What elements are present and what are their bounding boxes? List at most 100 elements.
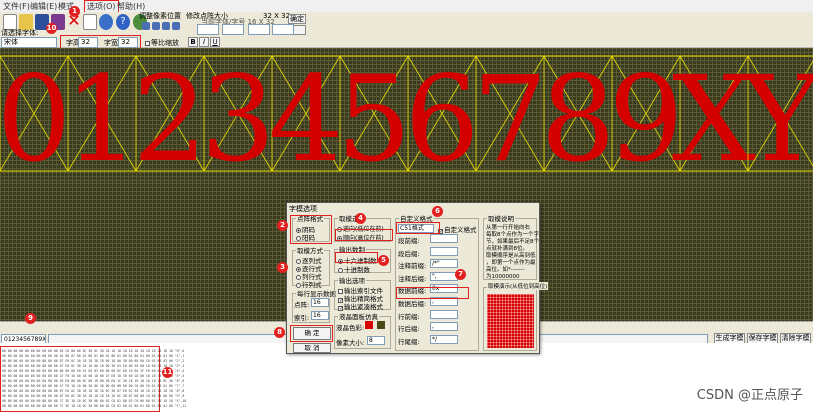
menu-file[interactable]: 文件(F) [3, 1, 30, 12]
font-options-dialog: 字模选项 点阵格式 阴码 阳码 取模方式 逐列式 逐行式 列行式 行列式 每行显… [286, 202, 549, 354]
move-right-icon[interactable] [172, 22, 180, 30]
glyph-cell-0: 0 [0, 50, 72, 183]
glyph-8: 8 [540, 50, 615, 183]
glyph-cell-4: 4 [268, 50, 343, 183]
custom-row-field[interactable]: */ [430, 334, 458, 344]
custom-format-checkbox-label: 自定义格式 [444, 226, 477, 234]
custom-row-label: 段后缀: [398, 249, 420, 258]
custom-row-field[interactable]: /*" [430, 259, 458, 269]
glyph-cell-3: 3 [200, 50, 275, 183]
glyph-4: 4 [268, 50, 343, 183]
glyph-cell-6: 6 [404, 50, 479, 183]
menu-edit[interactable]: 编辑(E) [30, 1, 57, 12]
output-line: 00 00 00 00 00 00 00 00 00 00 7C 3E 18 1… [2, 404, 187, 408]
toolbar: ✕ ? 调整像素位置 修改点阵大小 当前字体/字号 16 X 32 32 X 3… [0, 12, 813, 49]
scan-mode-group: 取模方式 逐列式 逐行式 列行式 行列式 [292, 245, 330, 289]
size-readout: 32 X 32 [263, 12, 291, 20]
underline-button[interactable]: U [210, 37, 220, 47]
format-select-highlight [396, 222, 440, 234]
custom-row-label: 注释后缀: [398, 274, 427, 283]
dot-format-highlight [290, 215, 332, 244]
lcd-color-label: 液晶色彩: [336, 324, 365, 332]
output-line: 00 00 00 00 00 00 00 00 00 00 07 E0 0C 3… [2, 364, 185, 368]
output-line: 00 00 00 00 00 00 00 00 00 00 07 E0 0C 3… [2, 359, 185, 363]
custom-row-label: 行尾缀: [398, 337, 420, 346]
bold-button[interactable]: B [188, 37, 198, 47]
glyph-7: 7 [472, 50, 547, 183]
output-radix-option-1-label: 十进制数 [344, 266, 370, 274]
output-line: 00 00 00 00 00 00 00 00 00 00 01 80 07 8… [2, 354, 185, 358]
output-options-title: 输出选项 [338, 275, 366, 285]
glyph-canvas[interactable]: 0123456789XY [0, 48, 813, 183]
callout-2: 2 [277, 220, 288, 231]
pixel-size-select[interactable]: 8 [367, 336, 385, 345]
move-left-icon[interactable] [162, 22, 170, 30]
custom-row-field[interactable] [430, 246, 458, 256]
per-line-index-select[interactable]: 16 [311, 311, 329, 320]
output-radix-highlight [335, 252, 378, 263]
char-height-label: 字宽 [104, 39, 118, 47]
settings-gear-icon[interactable] [99, 14, 113, 30]
glyph-cell-5: 5 [336, 50, 411, 183]
document-icon[interactable] [83, 14, 97, 30]
glyph-cell-1: 1 [64, 50, 139, 183]
glyph-cell-11: Y [741, 50, 813, 183]
height-spinner-b[interactable] [272, 24, 294, 35]
callout-3: 3 [277, 262, 288, 273]
move-up-icon[interactable] [142, 22, 150, 30]
per-line-group: 每行显示数据 点阵: 16 索引: 16 [292, 288, 337, 323]
width-spinner-b[interactable] [222, 24, 244, 35]
per-line-title: 每行显示数据 [296, 288, 337, 298]
italic-button[interactable]: I [199, 37, 209, 47]
custom-row-field[interactable]: ", [430, 271, 458, 281]
ok-highlight [290, 325, 333, 342]
custom-format-checkbox[interactable]: ✓自定义格式 [438, 224, 477, 235]
font-select[interactable]: 宋体 [1, 37, 57, 48]
char-height-select[interactable]: 32 [118, 37, 138, 48]
callout-7: 7 [455, 269, 466, 280]
mode-note-group: 取模说明 从第一行开始向右 每取8个点作为一个字 节，如果最后不足8个 点就补满到8位… [483, 213, 539, 280]
help-icon[interactable]: ? [116, 14, 130, 30]
lcd-off-color-swatch[interactable] [377, 321, 385, 329]
lcd-on-color-swatch[interactable] [365, 321, 373, 329]
output-option-2[interactable]: ✓输出紧凑格式 [338, 301, 383, 312]
pixel-size-label: 像素大小: [336, 339, 365, 347]
output-line: 00 00 00 00 00 00 00 00 00 00 07 E0 0C 3… [2, 394, 185, 398]
glyph-Y: Y [741, 50, 813, 183]
proportional-checkbox[interactable]: 等比缩放 [145, 38, 179, 48]
menu-bar: 文件(F) 编辑(E) 模式 选项(O) 帮助(H) [0, 0, 813, 13]
glyph-cell-8: 8 [540, 50, 615, 183]
confirm-size-button[interactable]: 确定 [288, 14, 306, 24]
data-prefix-highlight [396, 287, 469, 299]
output-line: 00 00 00 00 00 00 00 00 00 00 1F F8 18 0… [2, 374, 185, 378]
custom-row-field[interactable] [430, 234, 458, 243]
callout-11: 11 [162, 367, 173, 378]
per-line-dot-select[interactable]: 16 [311, 298, 329, 307]
output-line: 00 00 00 00 00 00 00 00 00 00 00 60 00 E… [2, 369, 185, 373]
glyph-0: 0 [0, 50, 72, 183]
output-radix-option-1[interactable]: 十进制数 [338, 264, 370, 274]
output-option-2-label: 输出紧凑格式 [344, 303, 383, 311]
custom-row-label: 行后缀: [398, 325, 420, 334]
mode-note-line: 为10000000 [486, 274, 520, 280]
lcd-sim-group: 液晶面板仿真 液晶色彩: 像素大小: 8 [334, 311, 391, 349]
custom-row-field[interactable]: , [430, 322, 458, 332]
output-line: 00 00 00 00 00 00 00 00 00 00 03 C0 06 6… [2, 349, 185, 353]
custom-row-field[interactable] [430, 309, 458, 319]
font-size-select[interactable]: 32 [78, 37, 98, 48]
output-line: 00 00 00 00 00 00 00 00 00 00 1F F8 18 1… [2, 384, 185, 388]
custom-format-group: 自定义格式 C51格式 ✓自定义格式 段前缀: 段后缀: 注释前缀:/*" 注释后缀:… [395, 213, 479, 351]
callout-5: 5 [378, 255, 389, 266]
width-spinner-a[interactable] [197, 24, 219, 35]
output-line: 00 00 00 00 00 00 00 00 00 00 07 E0 0C 3… [2, 389, 185, 393]
move-down-icon[interactable] [152, 22, 160, 30]
glyph-5: 5 [336, 50, 411, 183]
preview-title: 取模演示(从低位到高位) [487, 282, 549, 290]
cancel-button[interactable]: 取 消 [293, 343, 331, 353]
custom-row-label: 注释前缀: [398, 262, 427, 271]
glyph-6: 6 [404, 50, 479, 183]
height-spinner-a[interactable] [248, 24, 270, 35]
proportional-label: 等比缩放 [151, 39, 179, 47]
callout-9: 9 [25, 313, 36, 324]
callout-4: 4 [355, 213, 366, 224]
